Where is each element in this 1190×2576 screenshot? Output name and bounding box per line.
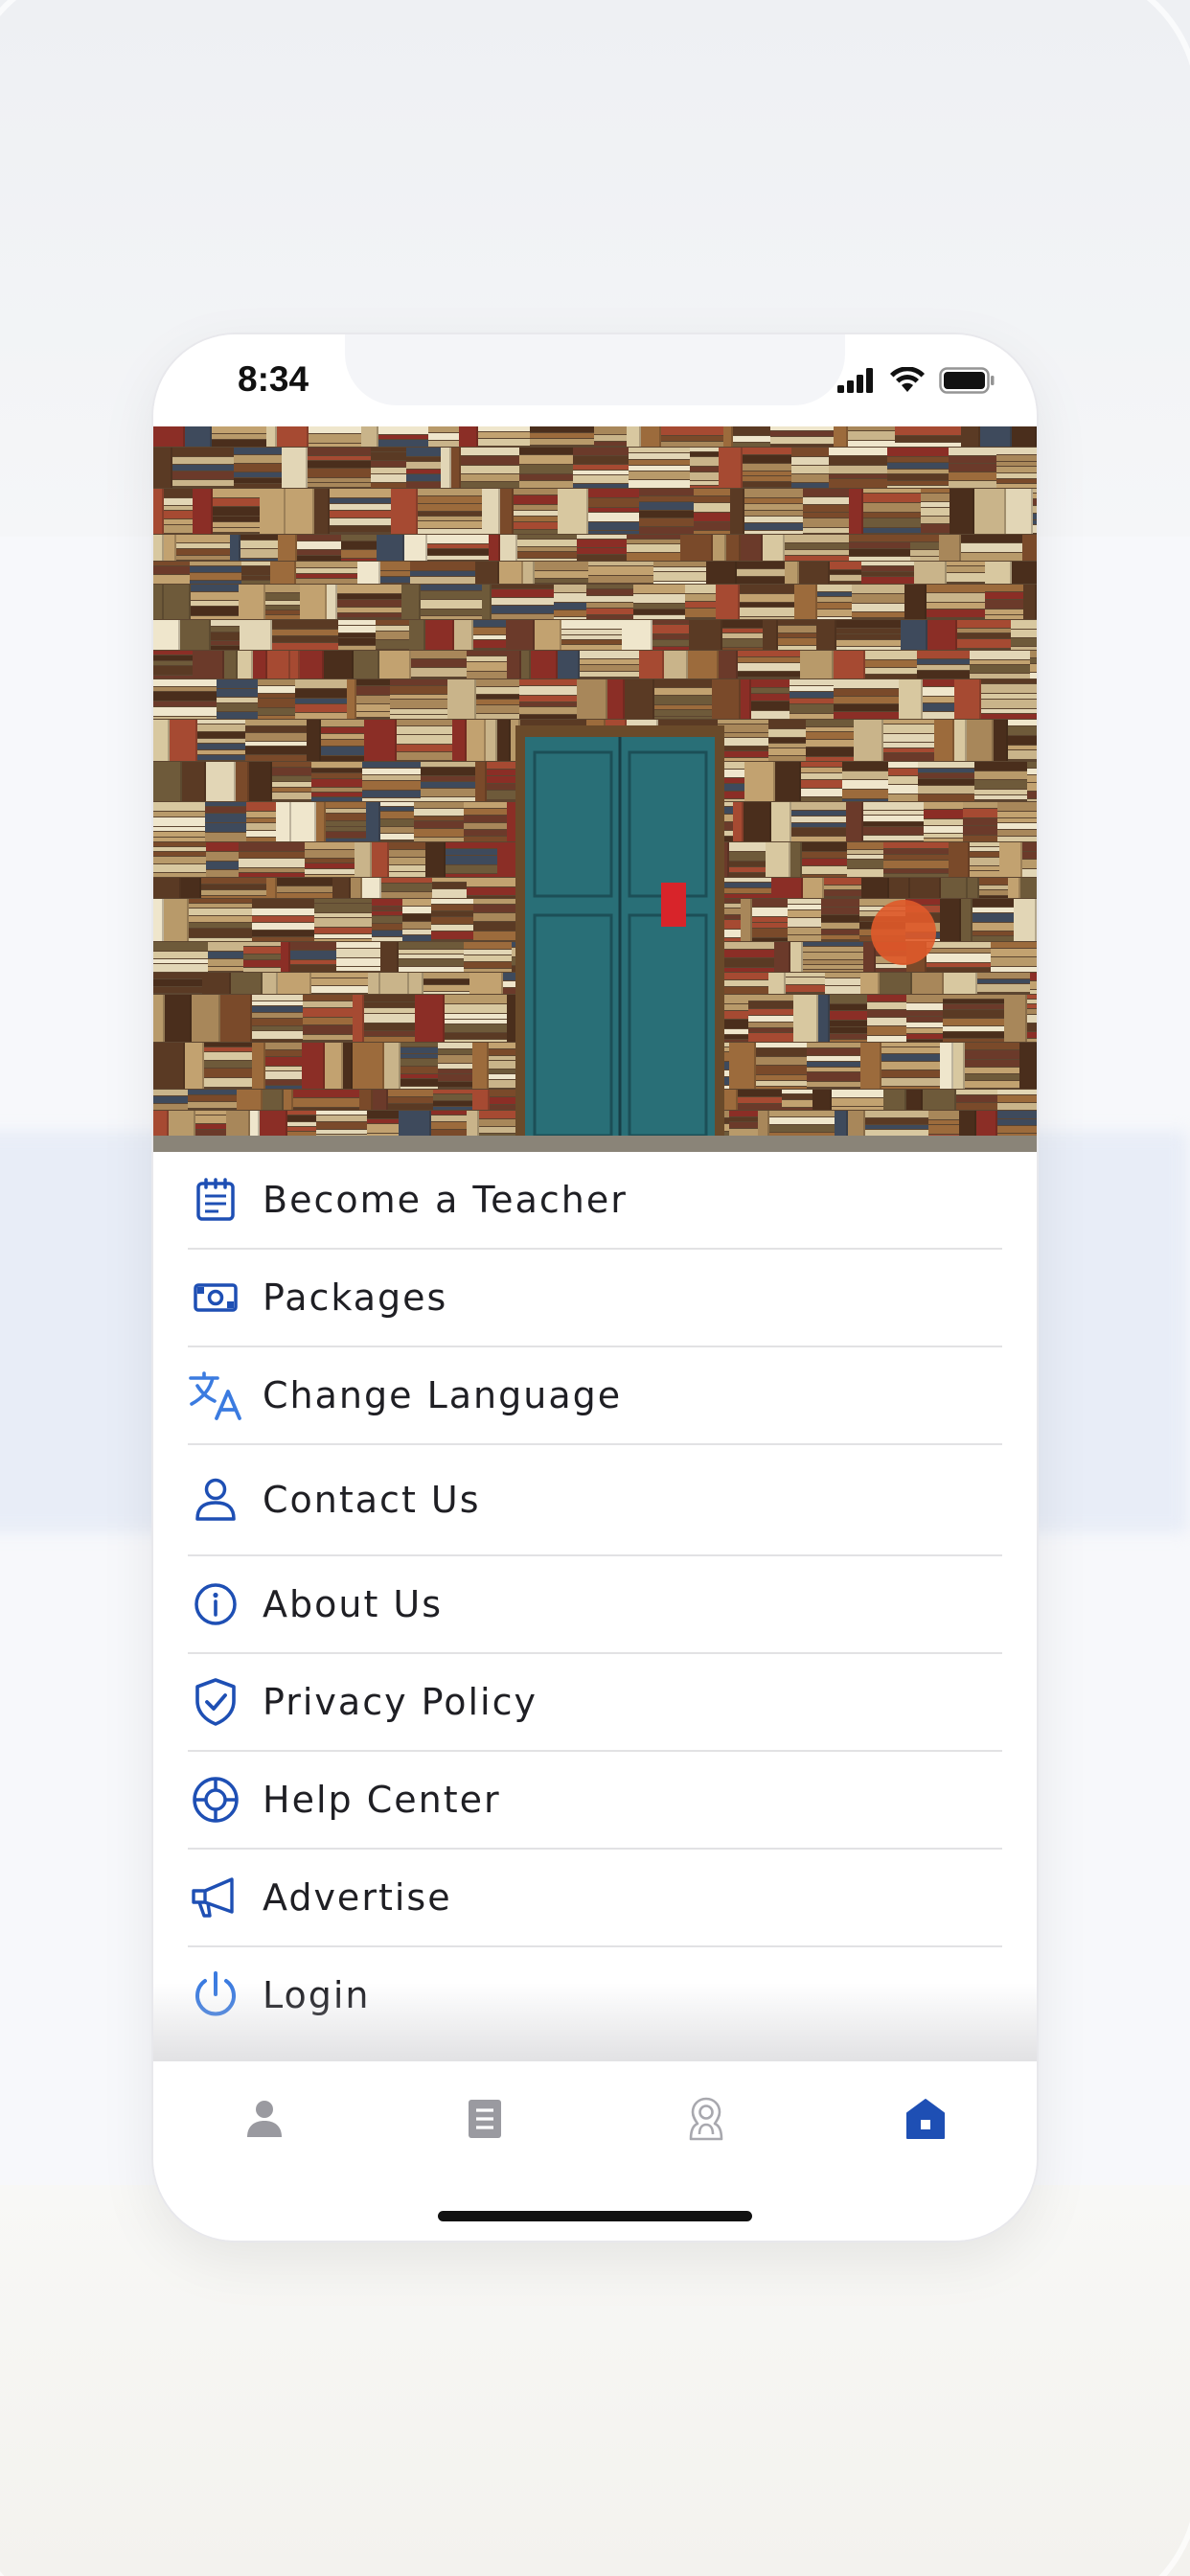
bookshelf-illustration bbox=[153, 426, 1037, 1152]
megaphone-icon bbox=[188, 1870, 243, 1925]
menu-item-advertise[interactable]: Advertise bbox=[188, 1850, 1002, 1947]
lifebuoy-icon bbox=[188, 1772, 243, 1828]
notch bbox=[345, 334, 845, 405]
status-time: 8:34 bbox=[238, 359, 309, 399]
home-indicator bbox=[438, 2211, 752, 2221]
hero-image-bookshelf-door bbox=[153, 426, 1037, 1152]
banknote-icon bbox=[188, 1270, 243, 1325]
phone-screen: 8:34 Become a Teacher Packages Change La… bbox=[153, 334, 1037, 2241]
shield-check-icon bbox=[188, 1674, 243, 1730]
menu-item-help-center[interactable]: Help Center bbox=[188, 1752, 1002, 1850]
menu-item-about-us[interactable]: About Us bbox=[188, 1556, 1002, 1654]
tabbar-shadow bbox=[153, 1983, 1037, 2063]
menu-item-packages[interactable]: Packages bbox=[188, 1250, 1002, 1347]
info-icon bbox=[188, 1576, 243, 1632]
tab-documents[interactable] bbox=[446, 2082, 523, 2159]
menu-item-label: Help Center bbox=[263, 1779, 501, 1821]
side-menu: Become a Teacher Packages Change Languag… bbox=[188, 1152, 1002, 2043]
cellular-signal-icon bbox=[837, 368, 876, 397]
tab-profile[interactable] bbox=[226, 2082, 303, 2159]
translate-icon bbox=[188, 1368, 243, 1423]
document-icon bbox=[467, 2098, 503, 2144]
status-bar: 8:34 bbox=[153, 334, 1037, 426]
menu-item-label: About Us bbox=[263, 1583, 444, 1625]
menu-item-become-teacher[interactable]: Become a Teacher bbox=[188, 1152, 1002, 1250]
menu-item-privacy-policy[interactable]: Privacy Policy bbox=[188, 1654, 1002, 1752]
teacher-icon bbox=[688, 2096, 724, 2146]
menu-item-label: Packages bbox=[263, 1276, 448, 1319]
user-icon bbox=[188, 1472, 243, 1528]
battery-icon bbox=[939, 367, 995, 398]
menu-item-label: Become a Teacher bbox=[263, 1179, 628, 1221]
notepad-icon bbox=[188, 1172, 243, 1228]
home-icon bbox=[905, 2098, 946, 2144]
wifi-icon bbox=[889, 366, 926, 398]
menu-item-contact-us[interactable]: Contact Us bbox=[188, 1445, 1002, 1556]
tab-teachers[interactable] bbox=[668, 2082, 744, 2159]
status-icons bbox=[837, 366, 995, 398]
menu-item-label: Change Language bbox=[263, 1374, 623, 1416]
profile-icon bbox=[245, 2099, 284, 2143]
menu-item-label: Contact Us bbox=[263, 1479, 481, 1521]
menu-item-change-language[interactable]: Change Language bbox=[188, 1347, 1002, 1445]
tab-home[interactable] bbox=[887, 2082, 964, 2159]
menu-item-label: Privacy Policy bbox=[263, 1681, 538, 1723]
menu-item-label: Advertise bbox=[263, 1876, 452, 1919]
